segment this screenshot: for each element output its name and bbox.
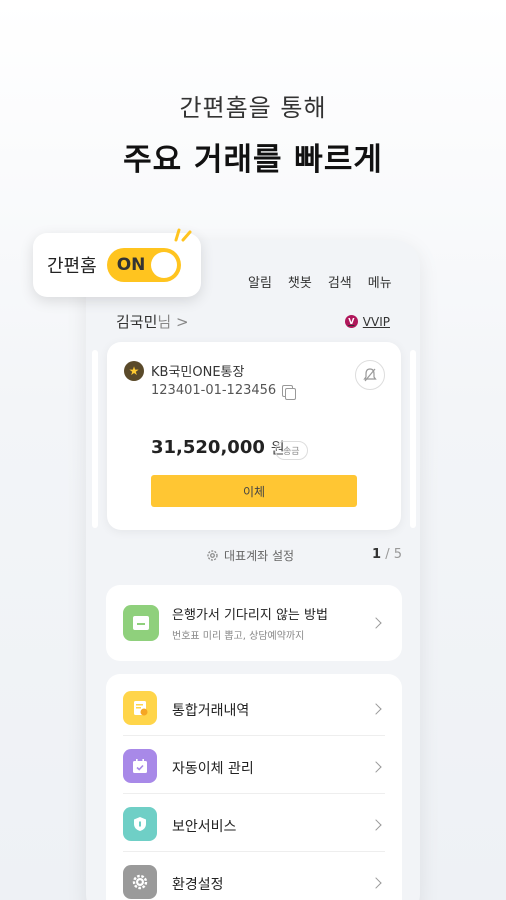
menu-label: 보안서비스 xyxy=(172,819,237,835)
account-name: KB국민ONE통장 xyxy=(151,365,245,380)
user-suffix: 님 > xyxy=(157,313,189,331)
card-pager: 1 / 5 xyxy=(372,547,402,562)
toggle-knob xyxy=(150,252,177,278)
menu-item-transactions[interactable]: 통합거래내역 xyxy=(106,677,402,735)
copy-icon[interactable] xyxy=(282,384,297,400)
representative-label: 대표계좌 설정 xyxy=(224,549,295,563)
spark-icon xyxy=(174,228,192,242)
headline-title: 주요 거래를 빠르게 xyxy=(123,142,383,178)
menu-card: 통합거래내역 자동이체 관리 보안서비스 환경설정 xyxy=(106,674,402,900)
headline-subtitle: 간편홈을 통해 xyxy=(179,94,327,122)
chevron-right-icon xyxy=(370,877,382,889)
toggle-label: 간편홈 xyxy=(47,256,97,277)
bell-off-icon xyxy=(363,368,377,382)
pager-current: 1 xyxy=(372,547,382,562)
menu-item-security[interactable]: 보안서비스 xyxy=(106,793,402,851)
gear-icon xyxy=(123,865,157,899)
chevron-right-icon xyxy=(370,819,382,831)
vvip-label: VVIP xyxy=(362,314,390,329)
prev-card-peek xyxy=(92,350,98,528)
menu-label: 환경설정 xyxy=(172,877,224,893)
info-title: 은행가서 기다리지 않는 방법 xyxy=(172,608,328,623)
chevron-right-icon xyxy=(370,703,382,715)
balance-row: 31,520,000 원 xyxy=(151,437,285,458)
simple-home-toggle[interactable]: ON xyxy=(106,248,181,282)
vvip-icon: V xyxy=(344,315,358,328)
ticket-icon xyxy=(123,605,159,641)
account-number-row: 123401-01-123456 xyxy=(151,383,297,400)
toggle-state: ON xyxy=(116,255,146,275)
nav-search[interactable]: 검색 xyxy=(328,272,352,291)
account-card[interactable]: ★ KB국민ONE통장 123401-01-123456 31,520,000 … xyxy=(107,342,401,530)
vvip-badge[interactable]: V VVIP xyxy=(344,314,390,329)
user-row: 김국민님 > V VVIP xyxy=(116,311,390,332)
kb-logo-icon: ★ xyxy=(124,361,144,381)
pager-total: / 5 xyxy=(385,547,402,562)
chevron-right-icon xyxy=(370,617,382,629)
user-name-link[interactable]: 김국민님 > xyxy=(116,311,189,332)
representative-account-setting[interactable]: 대표계좌 설정 xyxy=(206,547,294,564)
menu-label: 통합거래내역 xyxy=(172,703,250,719)
menu-item-settings[interactable]: 환경설정 xyxy=(106,851,402,900)
shield-icon xyxy=(123,807,157,841)
transfer-button[interactable]: 이체 xyxy=(151,475,357,507)
nav-menu[interactable]: 메뉴 xyxy=(368,272,392,291)
menu-item-auto-transfer[interactable]: 자동이체 관리 xyxy=(106,735,402,793)
chevron-right-icon xyxy=(370,761,382,773)
document-icon xyxy=(123,691,157,725)
bank-wait-info-card[interactable]: 은행가서 기다리지 않는 방법 번호표 미리 뽑고, 상담예약까지 xyxy=(106,585,402,661)
info-subtitle: 번호표 미리 뽑고, 상담예약까지 xyxy=(172,631,305,642)
simple-home-toggle-card: 간편홈 ON xyxy=(33,233,201,297)
account-number: 123401-01-123456 xyxy=(151,383,277,398)
menu-label: 자동이체 관리 xyxy=(172,761,254,777)
calendar-icon xyxy=(123,749,157,783)
nav-alarm[interactable]: 알림 xyxy=(248,272,272,291)
top-navigation: 알림 챗봇 검색 메뉴 xyxy=(248,272,392,291)
balance-amount: 31,520,000 xyxy=(151,437,265,458)
gear-icon xyxy=(207,550,218,561)
user-name: 김국민 xyxy=(116,313,158,331)
send-chip[interactable]: 송금 xyxy=(275,441,308,460)
nav-chatbot[interactable]: 챗봇 xyxy=(288,272,312,291)
notification-toggle-button[interactable] xyxy=(355,360,385,390)
next-card-peek xyxy=(410,350,416,528)
